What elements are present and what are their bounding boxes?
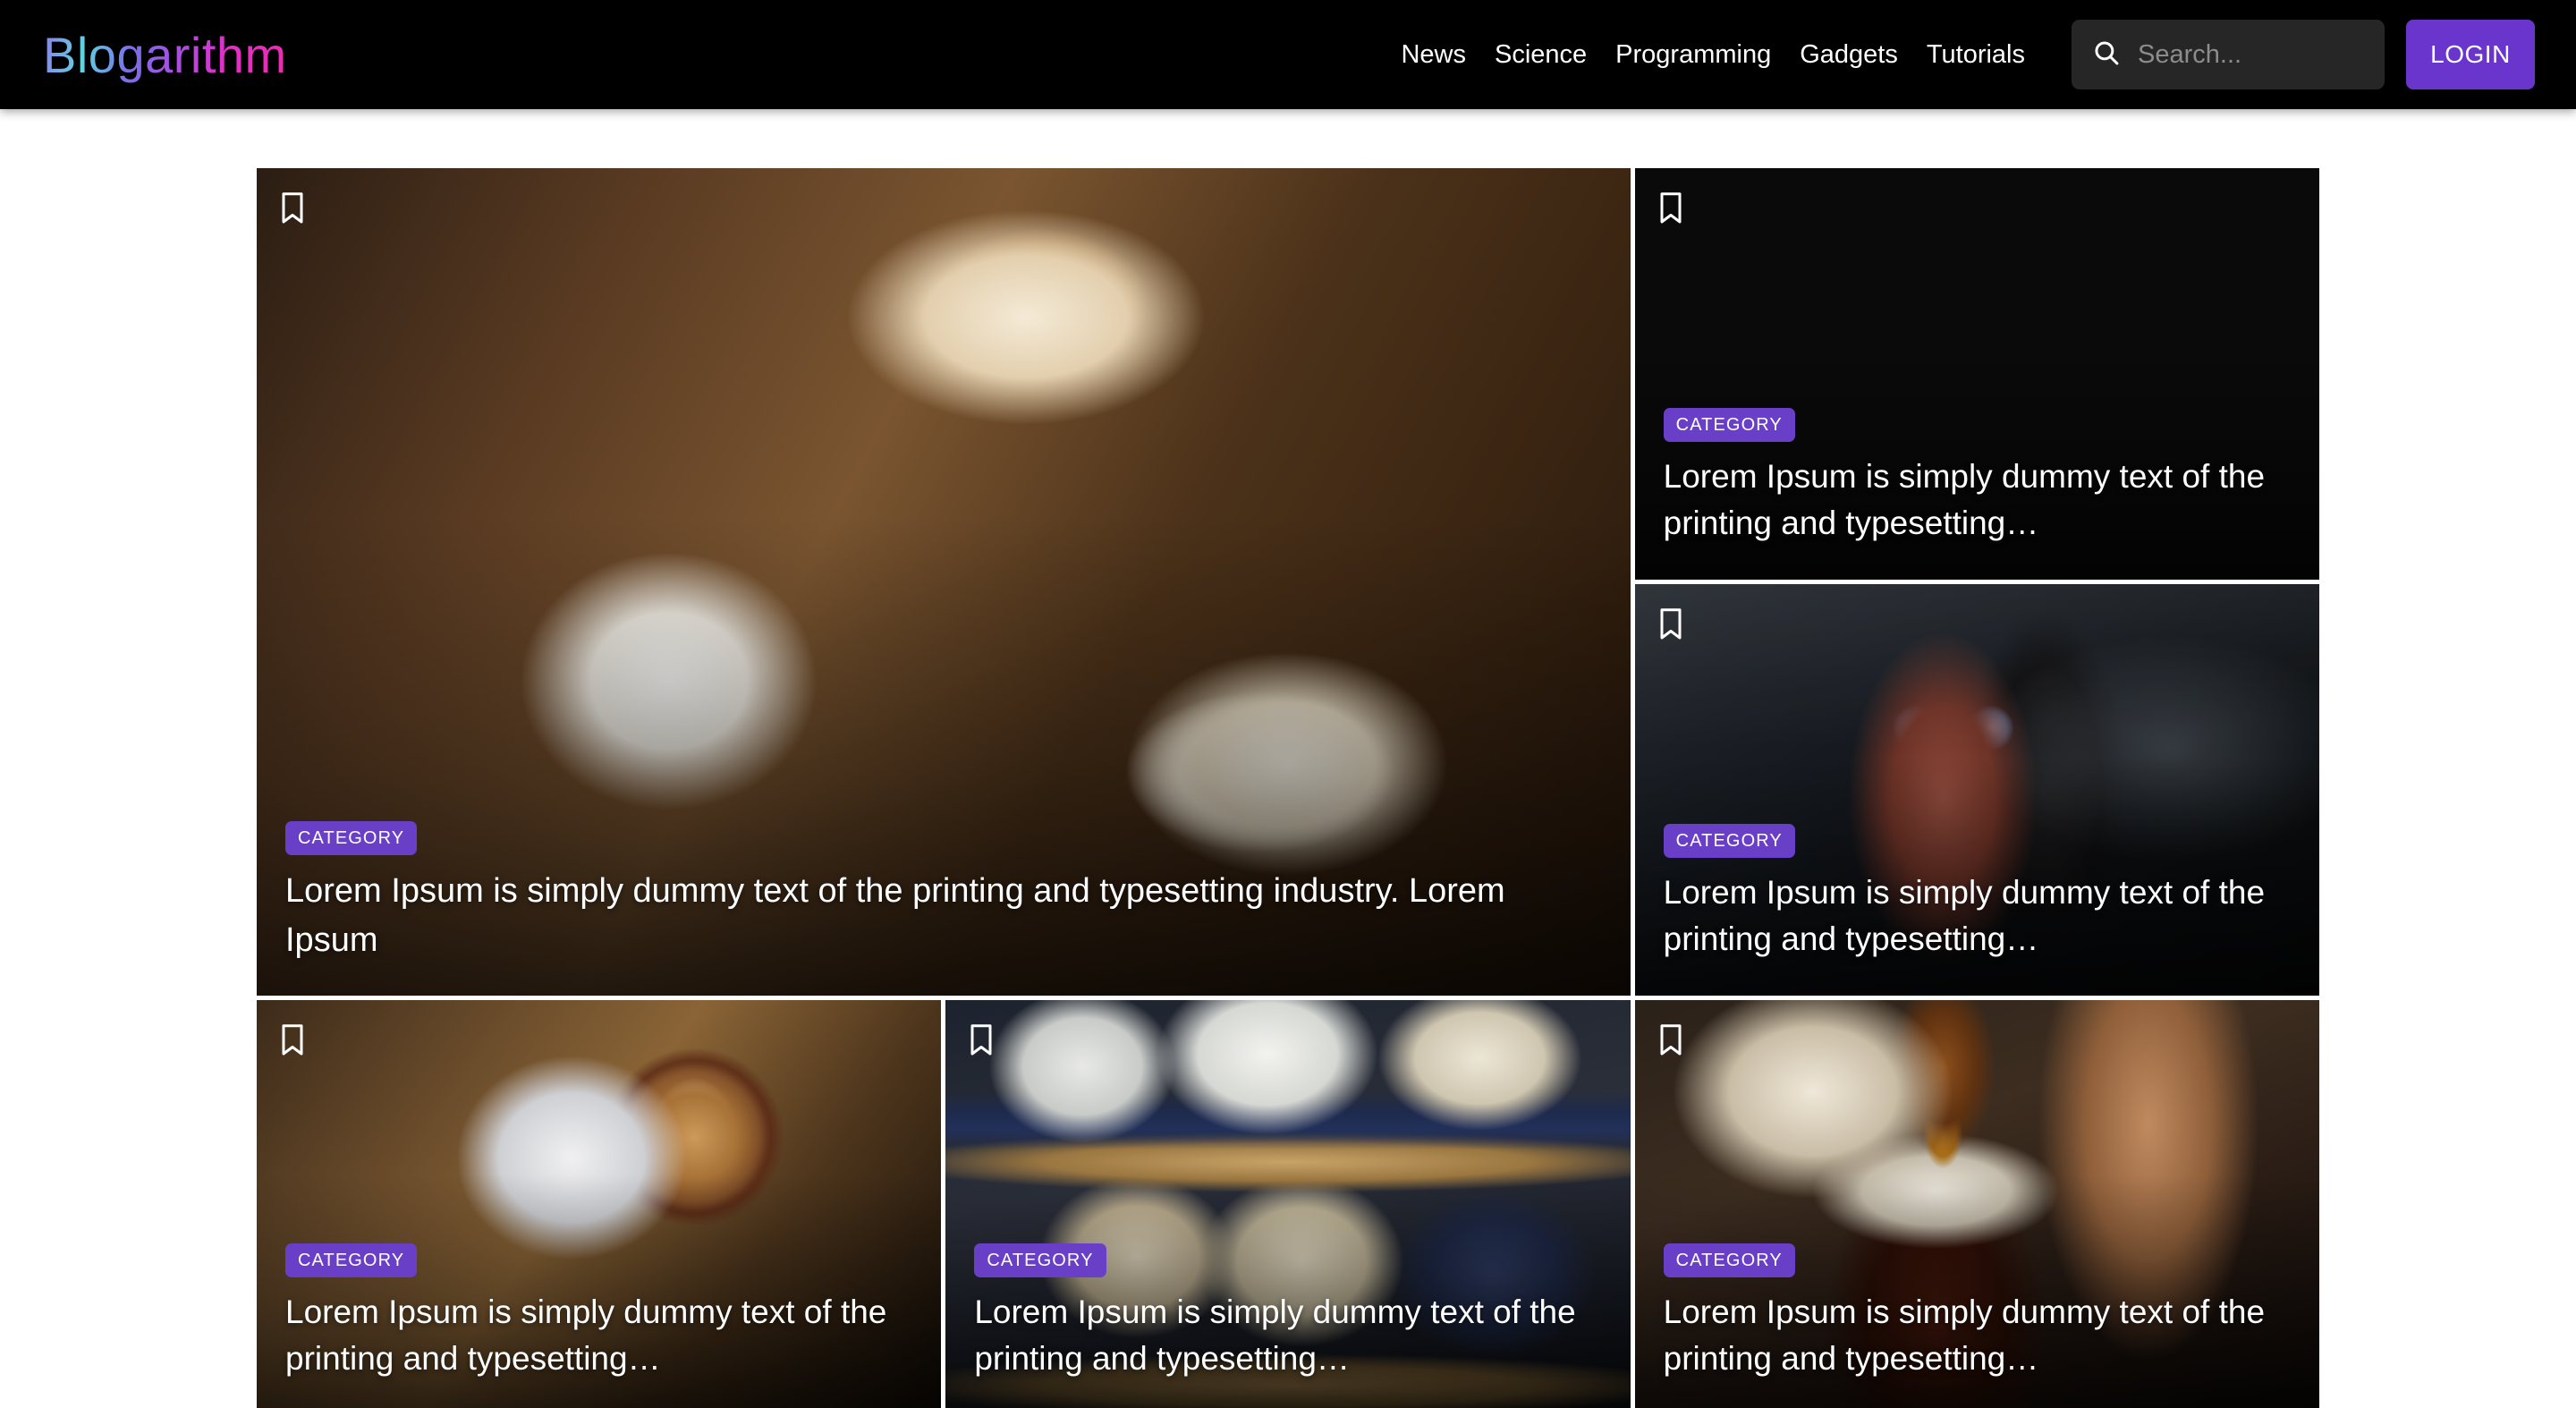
article-card-burger[interactable]: CATEGORY Lorem Ipsum is simply dummy tex… — [1634, 168, 2319, 580]
article-grid: CATEGORY Lorem Ipsum is simply dummy tex… — [257, 168, 2319, 1408]
header-right-group: News Science Programming Gadgets Tutoria… — [1386, 20, 2535, 89]
site-header: Blogarithm News Science Programming Gadg… — [0, 0, 2576, 109]
bookmark-icon[interactable] — [1657, 607, 1684, 641]
search-icon — [2091, 38, 2122, 72]
nav-item-news[interactable]: News — [1386, 40, 1480, 70]
card-body: CATEGORY Lorem Ipsum is simply dummy tex… — [1663, 407, 2289, 547]
card-body: CATEGORY Lorem Ipsum is simply dummy tex… — [974, 1243, 1599, 1383]
bookmark-icon[interactable] — [1657, 1023, 1684, 1057]
card-title: Lorem Ipsum is simply dummy text of the … — [285, 871, 1505, 959]
card-body: CATEGORY Lorem Ipsum is simply dummy tex… — [1663, 1243, 2289, 1383]
search-input[interactable] — [2138, 39, 2372, 70]
site-logo[interactable]: Blogarithm — [43, 26, 287, 84]
bookmark-icon[interactable] — [279, 1023, 306, 1057]
article-card-hats[interactable]: CATEGORY Lorem Ipsum is simply dummy tex… — [945, 1000, 1631, 1408]
card-title: Lorem Ipsum is simply dummy text of the … — [1663, 873, 2266, 958]
nav-item-science[interactable]: Science — [1480, 40, 1601, 70]
article-card-camera[interactable]: CATEGORY Lorem Ipsum is simply dummy tex… — [1634, 584, 2319, 996]
article-card-hero[interactable]: CATEGORY Lorem Ipsum is simply dummy tex… — [257, 168, 1631, 996]
article-card-honey[interactable]: CATEGORY Lorem Ipsum is simply dummy tex… — [1634, 1000, 2319, 1408]
bookmark-icon[interactable] — [1657, 191, 1684, 225]
card-title: Lorem Ipsum is simply dummy text of the … — [1663, 1293, 2266, 1378]
card-title: Lorem Ipsum is simply dummy text of the … — [285, 1293, 887, 1378]
category-badge[interactable]: CATEGORY — [285, 1243, 418, 1277]
card-title: Lorem Ipsum is simply dummy text of the … — [1663, 457, 2266, 542]
category-badge[interactable]: CATEGORY — [1663, 407, 1795, 442]
bookmark-icon[interactable] — [968, 1023, 995, 1057]
card-body: CATEGORY Lorem Ipsum is simply dummy tex… — [1663, 823, 2289, 963]
nav-item-programming[interactable]: Programming — [1601, 40, 1785, 70]
bookmark-icon[interactable] — [279, 191, 306, 225]
category-badge[interactable]: CATEGORY — [1663, 1243, 1795, 1277]
search-box[interactable] — [2072, 20, 2385, 89]
main-navigation: News Science Programming Gadgets Tutoria… — [1386, 40, 2039, 70]
article-grid-page: CATEGORY Lorem Ipsum is simply dummy tex… — [0, 109, 2576, 1408]
nav-item-tutorials[interactable]: Tutorials — [1912, 40, 2039, 70]
nav-item-gadgets[interactable]: Gadgets — [1785, 40, 1912, 70]
category-badge[interactable]: CATEGORY — [974, 1243, 1106, 1277]
card-body: CATEGORY Lorem Ipsum is simply dummy tex… — [285, 1243, 911, 1383]
card-title: Lorem Ipsum is simply dummy text of the … — [974, 1293, 1576, 1378]
category-badge[interactable]: CATEGORY — [1663, 823, 1795, 858]
article-card-latte[interactable]: CATEGORY Lorem Ipsum is simply dummy tex… — [257, 1000, 942, 1408]
card-body: CATEGORY Lorem Ipsum is simply dummy tex… — [285, 820, 1559, 965]
login-button[interactable]: LOGIN — [2406, 20, 2535, 89]
category-badge[interactable]: CATEGORY — [285, 820, 418, 855]
